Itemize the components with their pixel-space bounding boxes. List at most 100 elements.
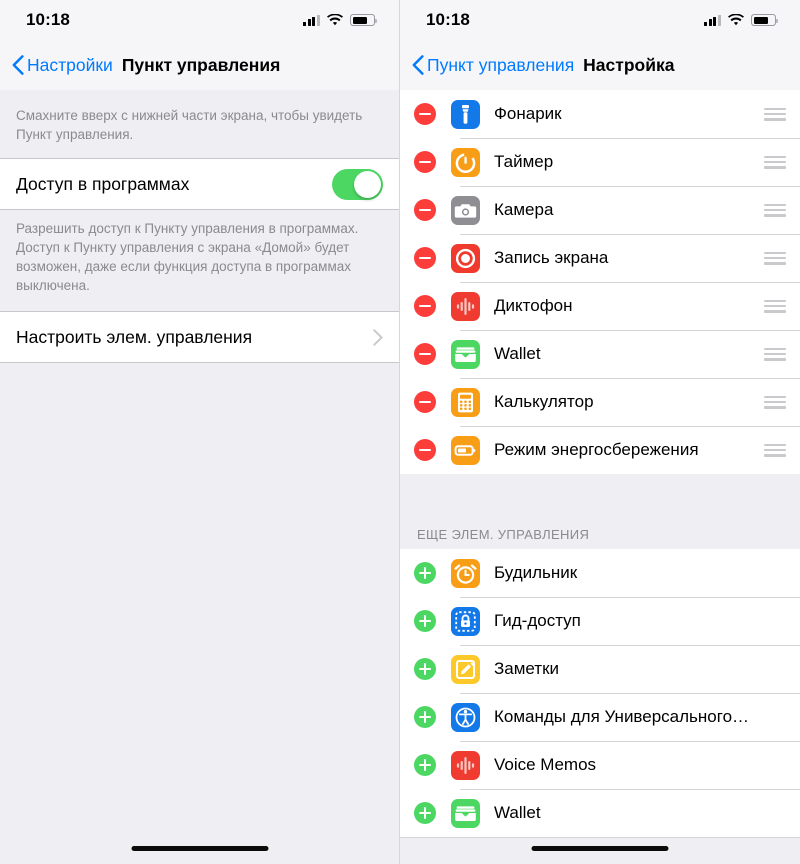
control-row[interactable]: Wallet [400,789,800,837]
control-row-label: Фонарик [494,104,562,123]
add-icon[interactable] [414,610,436,632]
battery-icon [751,14,779,26]
app-access-note: Разрешить доступ к Пункту управления в п… [16,221,359,293]
cellular-bars-icon [303,14,320,26]
wifi-icon [728,14,744,26]
control-row-label: Запись экрана [494,248,609,267]
notes-icon [451,654,480,684]
low-power-mode-icon [451,435,480,465]
remove-icon[interactable] [414,343,436,365]
camera-icon [451,195,480,225]
accessibility-icon [451,702,480,732]
remove-icon[interactable] [414,247,436,269]
reorder-handle-icon[interactable] [764,395,786,409]
remove-icon[interactable] [414,391,436,413]
control-row[interactable]: Voice Memos [400,741,800,789]
control-row-label: Калькулятор [494,392,594,411]
wifi-icon [327,14,343,26]
control-row[interactable]: Диктофон [400,282,800,330]
control-row[interactable]: Запись экрана [400,234,800,282]
remove-icon[interactable] [414,151,436,173]
chevron-left-icon [412,55,424,75]
app-access-row[interactable]: Доступ в программах [0,158,399,210]
add-icon[interactable] [414,802,436,824]
remove-icon[interactable] [414,439,436,461]
voice-memos-icon [451,291,480,321]
add-icon[interactable] [414,562,436,584]
section-gap [400,474,800,500]
right-phone-screen: 10:18 Пункт управления Настройка Фонарик… [400,0,800,864]
page-title: Пункт управления [121,54,281,75]
home-indicator [531,846,669,851]
control-row[interactable]: Wallet [400,330,800,378]
control-row[interactable]: Калькулятор [400,378,800,426]
settings-scroll-area-left[interactable]: Смахните вверх с нижней части экрана, чт… [0,90,399,864]
control-row[interactable]: Команды для Универсального… [400,693,800,741]
alarm-clock-icon [451,558,480,588]
home-indicator [131,846,268,851]
scroll-filler [400,838,800,864]
control-row-label: Voice Memos [494,755,597,774]
navigation-bar-right: Пункт управления Настройка [400,40,800,90]
back-button[interactable]: Настройки [12,55,113,76]
remove-icon[interactable] [414,295,436,317]
reorder-handle-icon[interactable] [764,251,786,265]
voice-memos-icon [451,750,480,780]
reorder-handle-icon[interactable] [764,155,786,169]
reorder-handle-icon[interactable] [764,107,786,121]
control-row-label: Диктофон [494,296,573,315]
control-row-label: Заметки [494,659,560,678]
chevron-left-icon [12,55,24,75]
control-row-label: Будильник [494,563,578,582]
remove-icon[interactable] [414,199,436,221]
left-phone-screen: 10:18 Настройки Пункт управления Смахнит… [0,0,400,864]
app-access-toggle[interactable] [332,168,383,200]
add-icon[interactable] [414,706,436,728]
add-icon[interactable] [414,658,436,680]
included-controls-list: Фонарик Таймер Камера Запись экрана Диктофон… [400,90,800,474]
intro-note: Смахните вверх с нижней части экрана, чт… [16,108,363,142]
reorder-handle-icon[interactable] [764,299,786,313]
control-row[interactable]: Таймер [400,138,800,186]
wallet-icon [451,339,480,369]
calculator-icon [451,387,480,417]
control-row-label: Wallet [494,803,541,822]
dual-screenshot-container: 10:18 Настройки Пункт управления Смахнит… [0,0,800,864]
status-bar-time: 10:18 [426,10,470,29]
reorder-handle-icon[interactable] [764,203,786,217]
wallet-icon [451,798,480,828]
control-row[interactable]: Режим энергосбережения [400,426,800,474]
more-controls-list: Будильник Гид-доступ Заметки Команды для Ун… [400,549,800,837]
back-button-label: Пункт управления [427,54,575,75]
control-row-label: Wallet [494,344,541,363]
customize-scroll-area[interactable]: Фонарик Таймер Камера Запись экрана Диктофон… [400,90,800,864]
guided-access-icon [451,606,480,636]
remove-icon[interactable] [414,103,436,125]
control-row[interactable]: Гид-доступ [400,597,800,645]
control-row[interactable]: Заметки [400,645,800,693]
control-row[interactable]: Камера [400,186,800,234]
control-row-label: Таймер [494,152,554,171]
control-row[interactable]: Фонарик [400,90,800,138]
customize-controls-label: Настроить элем. управления [16,326,253,347]
back-button-label: Настройки [27,54,113,75]
page-title: Настройка [583,54,675,75]
app-access-label: Доступ в программах [16,173,190,194]
timer-icon [451,147,480,177]
more-controls-section-header: ЕЩЕ ЭЛЕМ. УПРАВЛЕНИЯ [400,500,800,549]
control-row-label: Режим энергосбережения [494,440,699,459]
back-button[interactable]: Пункт управления [412,55,574,76]
status-bar-icons [704,14,779,26]
customize-controls-row[interactable]: Настроить элем. управления [0,311,399,363]
chevron-right-icon [373,328,383,346]
status-bar-left: 10:18 [0,0,399,40]
status-bar-time: 10:18 [26,10,70,29]
status-bar-right: 10:18 [400,0,800,40]
add-icon[interactable] [414,754,436,776]
reorder-handle-icon[interactable] [764,443,786,457]
screen-record-icon [451,243,480,273]
battery-icon [350,14,378,26]
reorder-handle-icon[interactable] [764,347,786,361]
status-bar-icons [303,14,378,26]
control-row[interactable]: Будильник [400,549,800,597]
